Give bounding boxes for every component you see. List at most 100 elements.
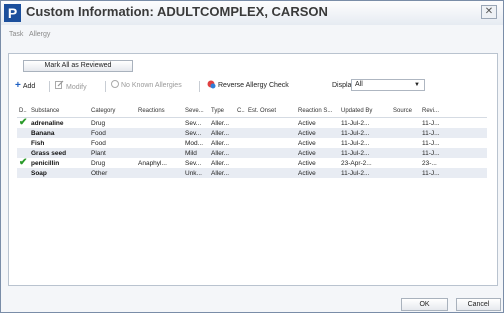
column-header[interactable]: Reaction S... [296, 105, 339, 118]
type-cell: Aller... [211, 119, 230, 127]
reactions-cell [136, 118, 183, 129]
category-cell: Drug [91, 119, 106, 127]
reaction-status-cell: Active [296, 148, 339, 158]
reactions-cell [136, 138, 183, 148]
title-bar: P Custom Information: ADULTCOMPLEX, CARS… [1, 1, 503, 25]
reaction-status-cell: Active [298, 139, 316, 147]
column-header[interactable]: C.. [235, 105, 246, 118]
chevron-down-icon: ▼ [414, 82, 420, 88]
updated-by-cell: 11-Jul-2... [339, 168, 391, 178]
onset-cell [246, 158, 296, 168]
column-header[interactable]: Est. Onset [246, 105, 296, 118]
reviewed-check-icon [17, 128, 29, 138]
c-cell [235, 158, 246, 168]
reviewed-cell: 11-J... [422, 139, 440, 147]
reviewed-cell: 11-J... [420, 148, 487, 158]
toolbar-divider [49, 81, 50, 92]
c-cell [235, 148, 246, 158]
onset-cell [246, 118, 296, 129]
reactions-cell [136, 168, 183, 178]
type-cell: Aller... [209, 148, 235, 158]
severity-cell: Mod... [185, 139, 204, 147]
onset-cell [246, 138, 296, 148]
substance-cell: Banana [29, 128, 89, 138]
severity-cell: Mild [183, 148, 209, 158]
column-header[interactable]: Updated By [339, 105, 391, 118]
reactions-cell [136, 128, 183, 138]
severity-cell: Sev... [185, 119, 202, 127]
category-cell: Food [91, 139, 106, 147]
reaction-status-cell: Active [296, 168, 339, 178]
updated-by-cell: 11-Jul-2... [341, 119, 370, 127]
column-header[interactable]: Seve... [183, 105, 209, 118]
source-cell [391, 158, 420, 168]
no-known-allergies-label: No Known Allergies [121, 82, 182, 89]
reverse-allergy-check-label: Reverse Allergy Check [218, 82, 289, 89]
column-header[interactable]: D.. [17, 105, 29, 118]
close-button[interactable]: ✕ [481, 5, 497, 19]
table-header: D.. Substance Category Reactions Seve... Type… [17, 105, 487, 118]
display-value: All [355, 81, 363, 88]
onset-cell [246, 128, 296, 138]
ok-button[interactable]: OK [401, 298, 448, 311]
type-cell: Aller... [209, 128, 235, 138]
reverse-allergy-check-icon [207, 80, 216, 89]
app-logo: P [4, 4, 21, 22]
toolbar-divider [199, 81, 200, 92]
c-cell [235, 128, 246, 138]
reverse-allergy-check-button[interactable]: Reverse Allergy Check [207, 80, 289, 92]
category-cell: Other [89, 168, 136, 178]
window-title: Custom Information: ADULTCOMPLEX, CARSON [26, 4, 328, 19]
updated-by-cell: 11-Jul-2... [339, 148, 391, 158]
add-button[interactable]: + Add [15, 80, 35, 92]
modify-label: Modify [66, 84, 87, 91]
display-dropdown[interactable]: All ▼ [351, 79, 425, 91]
custom-information-window: P Custom Information: ADULTCOMPLEX, CARS… [0, 0, 504, 313]
reviewed-check-icon [17, 168, 29, 178]
column-header[interactable]: Revi... [420, 105, 487, 118]
severity-cell: Sev... [185, 159, 202, 167]
table-row[interactable]: Banana Food Sev... Aller... Active 11-Jul-2..… [17, 128, 487, 138]
source-cell [391, 168, 420, 178]
column-header[interactable]: Type [209, 105, 235, 118]
source-cell [391, 118, 420, 129]
modify-button[interactable]: Modify [55, 80, 87, 92]
column-header[interactable]: Category [89, 105, 136, 118]
reviewed-cell: 23-... [422, 159, 437, 167]
type-cell: Aller... [209, 168, 235, 178]
table-row[interactable]: Soap Other Unk... Aller... Active 11-Jul-2...… [17, 168, 487, 178]
table-row[interactable]: ✔ adrenaline Drug Sev... Aller... Active 11-Ju… [17, 118, 487, 129]
menu-item-task[interactable]: Task [9, 31, 23, 38]
table-body: ✔ adrenaline Drug Sev... Aller... Active 11-Ju… [17, 118, 487, 178]
pencil-icon [55, 80, 64, 94]
column-header[interactable]: Source [391, 105, 420, 118]
severity-cell: Unk... [183, 168, 209, 178]
type-cell: Aller... [211, 139, 230, 147]
reviewed-check-icon: ✔ [19, 117, 28, 128]
reviewed-check-icon [17, 148, 29, 158]
mark-all-reviewed-button[interactable]: Mark All as Reviewed [23, 60, 133, 72]
allergy-table: D.. Substance Category Reactions Seve... Type… [17, 105, 487, 178]
reaction-status-cell: Active [298, 159, 316, 167]
source-cell [391, 138, 420, 148]
reactions-cell: Anaphyl... [138, 159, 167, 167]
table-row[interactable]: Grass seed Plant Mild Aller... Active 11-Jul-… [17, 148, 487, 158]
table-row[interactable]: ✔ penicillin Drug Anaphyl... Sev... Aller... A… [17, 158, 487, 168]
updated-by-cell: 23-Apr-2... [341, 159, 372, 167]
reaction-status-cell: Active [296, 128, 339, 138]
substance-cell: adrenaline [31, 119, 64, 127]
category-cell: Food [89, 128, 136, 138]
no-known-allergies-option[interactable]: No Known Allergies [111, 80, 182, 92]
reviewed-cell: 11-J... [422, 119, 440, 127]
substance-cell: Grass seed [29, 148, 89, 158]
table-row[interactable]: Fish Food Mod... Aller... Active 11-Jul-2... 1… [17, 138, 487, 148]
menu-bar: Task Allergy [9, 31, 54, 38]
cancel-button[interactable]: Cancel [456, 298, 501, 311]
category-cell: Drug [91, 159, 106, 167]
category-cell: Plant [89, 148, 136, 158]
menu-item-allergy[interactable]: Allergy [29, 31, 50, 38]
column-header[interactable]: Substance [29, 105, 89, 118]
plus-icon: + [15, 80, 21, 91]
column-header[interactable]: Reactions [136, 105, 183, 118]
substance-cell: Soap [29, 168, 89, 178]
